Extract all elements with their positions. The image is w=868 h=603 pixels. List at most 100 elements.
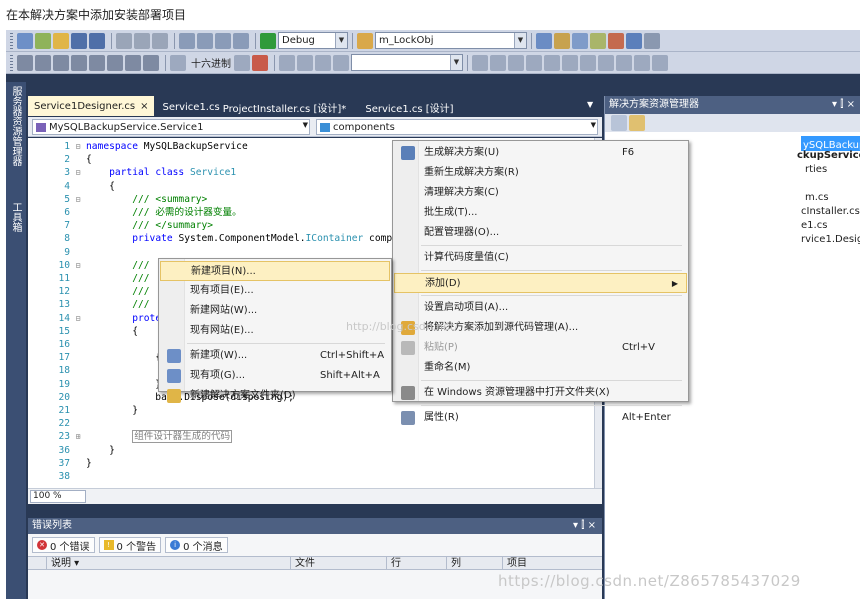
new-project-icon[interactable] [17,32,33,49]
code-line[interactable]: 38 [28,470,86,483]
layout-icon[interactable] [598,54,614,71]
solution-node[interactable]: ySQLBackupService" (1 个项目) [801,136,860,151]
code-line[interactable]: 6 /// 必需的设计器变量。 [28,206,241,219]
tab-service1-designer[interactable]: Service1Designer.cs × [28,96,155,116]
class-combo[interactable]: MySQLBackupService.Service1 ▼ [32,119,310,135]
outline-toggle-icon[interactable]: ⊟ [70,140,86,153]
step-into-icon[interactable] [107,54,123,71]
code-line[interactable]: 7 /// </summary> [28,219,213,232]
prev-bookmark-icon[interactable] [508,54,524,71]
more-icon[interactable] [652,54,668,71]
stop-icon[interactable] [53,54,69,71]
menu-item[interactable]: 计算代码度量值(C) [394,248,687,268]
solution-config-combo[interactable]: Debug ▼ [278,32,348,49]
clear-bookmarks-icon[interactable] [544,54,560,71]
show-all-files-icon[interactable] [629,115,645,131]
window-icon[interactable] [644,32,660,49]
tree-item[interactable]: rvice1.Designer.cs [801,234,860,245]
code-line[interactable]: 5 ⊟ /// <summary> [28,193,207,206]
tree-item[interactable]: e1.cs [801,220,827,231]
find-combo[interactable]: m_LockObj ▼ [375,32,527,49]
properties-window-icon[interactable] [554,32,570,49]
align-icon[interactable] [580,54,596,71]
menu-item[interactable]: 现有项目(E)... [160,281,390,301]
code-line[interactable]: 4 { [28,180,115,193]
code-line[interactable]: 12 /// [28,285,149,298]
restart-icon[interactable] [71,54,87,71]
editor-horizontal-scrollbar[interactable]: 100 % [28,488,602,504]
code-line[interactable]: 36 } [28,444,114,457]
menu-item[interactable]: 新建项目(N)... [160,261,390,281]
code-line[interactable]: 3 ⊟ partial class Service1 [28,166,236,179]
menu-item[interactable]: 新建项(W)... Ctrl+Shift+A [160,346,390,366]
menu-item[interactable]: 在 Windows 资源管理器中打开文件夹(X) [394,383,687,403]
code-line[interactable]: 23 ⊞ 组件设计器生成的代码 [28,430,233,444]
disable-icon[interactable] [472,54,488,71]
warnings-filter-button[interactable]: ! 0 个警告 [98,537,162,553]
menu-item[interactable]: 现有项(G)... Shift+Alt+A [160,366,390,386]
code-line[interactable]: 11 /// [28,272,149,285]
code-line[interactable]: 22 [28,417,86,430]
column-project[interactable]: 项目 [502,557,602,570]
toolbar-grip[interactable] [10,32,13,49]
code-line[interactable]: 14 ⊟ prote [28,312,161,325]
code-line[interactable]: 1 ⊟ namespace MySQLBackupService [28,140,248,153]
column-column[interactable]: 列 [446,557,502,570]
code-line[interactable]: 9 [28,246,86,259]
step-out-icon[interactable] [143,54,159,71]
panel-pin-close-icon[interactable]: ▾ ⫿ × [573,518,596,534]
add-item-icon[interactable] [35,32,51,49]
outline-toggle-icon[interactable]: ⊟ [70,259,86,272]
menu-item[interactable]: 新建网站(W)... [160,301,390,321]
project-node[interactable]: ckupService [797,150,860,161]
tab-projectinstaller-design[interactable]: ProjectInstaller.cs [设计]* [216,98,352,116]
format-icon[interactable] [562,54,578,71]
messages-filter-button[interactable]: i 0 个消息 [165,537,228,553]
server-explorer-tab[interactable]: 服务器资源管理器 [9,86,23,166]
properties-icon[interactable] [611,115,627,131]
menu-item[interactable]: 生成解决方案(U) F6 [394,143,687,163]
tab-service1-cs[interactable]: Service1.cs [156,98,219,116]
menu-item[interactable]: 粘贴(P) Ctrl+V [394,338,687,358]
tab-service1-design[interactable]: Service1.cs [设计] [354,98,464,116]
outdent-icon[interactable] [297,54,313,71]
menu-item[interactable]: 配置管理器(O)... [394,223,687,243]
menu-item[interactable]: 清理解决方案(C) [394,183,687,203]
uncomment-icon[interactable] [333,54,349,71]
paste-icon[interactable] [152,32,168,49]
outline-toggle-icon[interactable]: ⊟ [70,312,86,325]
code-line[interactable]: 10 ⊟ /// [28,259,149,272]
comment-icon[interactable] [315,54,331,71]
code-line[interactable]: 13 /// [28,298,149,311]
redo-icon[interactable] [197,32,213,49]
close-icon[interactable]: × [140,101,148,112]
code-line[interactable]: 21 } [28,404,138,417]
column-file[interactable]: 文件 [290,557,386,570]
object-browser-icon[interactable] [572,32,588,49]
copy-icon[interactable] [134,32,150,49]
column-line[interactable]: 行 [386,557,446,570]
start-debug-icon[interactable] [260,32,276,49]
code-line[interactable]: 18 [28,364,86,377]
code-line[interactable]: 15 { [28,325,138,338]
cut-icon[interactable] [116,32,132,49]
code-line[interactable]: 16 [28,338,86,351]
start-page-icon[interactable] [626,32,642,49]
code-line[interactable]: 19 } [28,378,161,391]
open-file-icon[interactable] [53,32,69,49]
output-icon[interactable] [252,54,268,71]
code-line[interactable]: 17 { [28,351,161,364]
menu-item[interactable]: 新建解决方案文件夹(D) [160,386,390,406]
zoom-combo[interactable]: 100 % [30,490,86,503]
menu-item[interactable]: 重命名(M) [394,358,687,378]
break-all-icon[interactable] [35,54,51,71]
tree-item[interactable]: cInstaller.cs [801,206,860,217]
indent-icon[interactable] [279,54,295,71]
member-combo[interactable]: components ▼ [316,119,598,135]
step-over-icon[interactable] [125,54,141,71]
menu-item[interactable]: 添加(D) ▶ [394,273,687,293]
chat-icon[interactable] [634,54,650,71]
code-line[interactable]: 37} [28,457,91,470]
breakpoint-icon[interactable] [234,54,250,71]
panel-pin-close-icon[interactable]: ▾ ⫿ × [832,96,855,114]
